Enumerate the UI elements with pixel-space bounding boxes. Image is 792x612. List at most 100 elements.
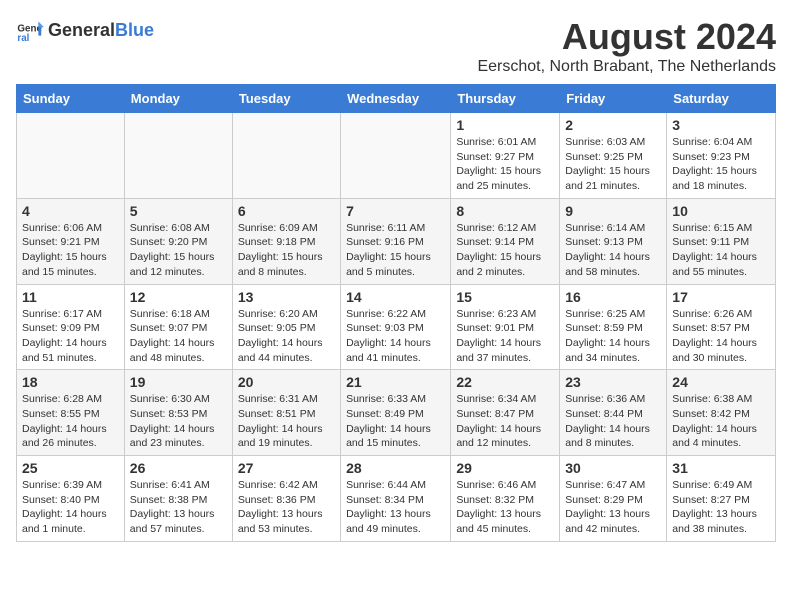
table-row: 28 Sunrise: 6:44 AM Sunset: 8:34 PM Dayli…: [341, 456, 451, 542]
day-number: 31: [672, 460, 770, 476]
table-row: 22Sunrise: 6:34 AM Sunset: 8:47 PM Dayli…: [451, 370, 560, 456]
title-section: August 2024 Eerschot, North Brabant, The…: [477, 16, 776, 76]
cell-content: Sunrise: 6:33 AM Sunset: 8:49 PM Dayligh…: [346, 392, 445, 451]
cell-content: Sunrise: 6:14 AM Sunset: 9:13 PM Dayligh…: [565, 221, 661, 280]
day-number: 27: [238, 460, 335, 476]
calendar-table: Sunday Monday Tuesday Wednesday Thursday…: [16, 84, 776, 542]
cell-content: Sunrise: 6:46 AM Sunset: 8:32 PM Dayligh…: [456, 478, 554, 537]
table-row: 26Sunrise: 6:41 AM Sunset: 8:38 PM Dayli…: [124, 456, 232, 542]
week-row-5: 25 Sunrise: 6:39 AM Sunset: 8:40 PM Dayli…: [17, 456, 776, 542]
header: Gene ral GeneralBlue August 2024 Eerscho…: [16, 16, 776, 76]
day-number: 12: [130, 289, 227, 305]
cell-content: Sunrise: 6:31 AM Sunset: 8:51 PM Dayligh…: [238, 392, 335, 451]
day-number: 25: [22, 460, 119, 476]
cell-content: Sunrise: 6:15 AM Sunset: 9:11 PM Dayligh…: [672, 221, 770, 280]
day-number: 6: [238, 203, 335, 219]
day-number: 19: [130, 374, 227, 390]
table-row: 23 Sunrise: 6:36 AM Sunset: 8:44 PM Dayli…: [560, 370, 667, 456]
day-number: 9: [565, 203, 661, 219]
cell-content: Sunrise: 6:17 AM Sunset: 9:09 PM Dayligh…: [22, 307, 119, 366]
table-row: 12 Sunrise: 6:18 AM Sunset: 9:07 PM Dayli…: [124, 284, 232, 370]
table-row: 15Sunrise: 6:23 AM Sunset: 9:01 PM Dayli…: [451, 284, 560, 370]
table-row: 10 Sunrise: 6:15 AM Sunset: 9:11 PM Dayli…: [667, 198, 776, 284]
cell-content: Sunrise: 6:39 AM Sunset: 8:40 PM Dayligh…: [22, 478, 119, 537]
table-row: [124, 113, 232, 199]
cell-content: Sunrise: 6:12 AM Sunset: 9:14 PM Dayligh…: [456, 221, 554, 280]
table-row: 20 Sunrise: 6:31 AM Sunset: 8:51 PM Dayli…: [232, 370, 340, 456]
table-row: 19 Sunrise: 6:30 AM Sunset: 8:53 PM Dayli…: [124, 370, 232, 456]
cell-content: Sunrise: 6:09 AM Sunset: 9:18 PM Dayligh…: [238, 221, 335, 280]
cell-content: Sunrise: 6:18 AM Sunset: 9:07 PM Dayligh…: [130, 307, 227, 366]
cell-content: Sunrise: 6:26 AM Sunset: 8:57 PM Dayligh…: [672, 307, 770, 366]
cell-content: Sunrise: 6:38 AM Sunset: 8:42 PM Dayligh…: [672, 392, 770, 451]
table-row: 14Sunrise: 6:22 AM Sunset: 9:03 PM Dayli…: [341, 284, 451, 370]
day-number: 17: [672, 289, 770, 305]
cell-content: Sunrise: 6:08 AM Sunset: 9:20 PM Dayligh…: [130, 221, 227, 280]
table-row: [232, 113, 340, 199]
table-row: 16Sunrise: 6:25 AM Sunset: 8:59 PM Dayli…: [560, 284, 667, 370]
day-number: 11: [22, 289, 119, 305]
cell-content: Sunrise: 6:23 AM Sunset: 9:01 PM Dayligh…: [456, 307, 554, 366]
table-row: 7Sunrise: 6:11 AM Sunset: 9:16 PM Daylig…: [341, 198, 451, 284]
header-thursday: Thursday: [451, 85, 560, 113]
day-number: 26: [130, 460, 227, 476]
cell-content: Sunrise: 6:47 AM Sunset: 8:29 PM Dayligh…: [565, 478, 661, 537]
week-row-4: 18 Sunrise: 6:28 AM Sunset: 8:55 PM Dayli…: [17, 370, 776, 456]
day-number: 20: [238, 374, 335, 390]
cell-content: Sunrise: 6:20 AM Sunset: 9:05 PM Dayligh…: [238, 307, 335, 366]
table-row: 13 Sunrise: 6:20 AM Sunset: 9:05 PM Dayli…: [232, 284, 340, 370]
day-number: 8: [456, 203, 554, 219]
table-row: 6 Sunrise: 6:09 AM Sunset: 9:18 PM Daylig…: [232, 198, 340, 284]
cell-content: Sunrise: 6:30 AM Sunset: 8:53 PM Dayligh…: [130, 392, 227, 451]
header-tuesday: Tuesday: [232, 85, 340, 113]
location-subtitle: Eerschot, North Brabant, The Netherlands: [477, 58, 776, 76]
day-number: 14: [346, 289, 445, 305]
day-number: 18: [22, 374, 119, 390]
header-monday: Monday: [124, 85, 232, 113]
day-number: 1: [456, 117, 554, 133]
table-row: 29 Sunrise: 6:46 AM Sunset: 8:32 PM Dayli…: [451, 456, 560, 542]
cell-content: Sunrise: 6:36 AM Sunset: 8:44 PM Dayligh…: [565, 392, 661, 451]
day-number: 28: [346, 460, 445, 476]
day-number: 23: [565, 374, 661, 390]
table-row: 17 Sunrise: 6:26 AM Sunset: 8:57 PM Dayli…: [667, 284, 776, 370]
cell-content: Sunrise: 6:03 AM Sunset: 9:25 PM Dayligh…: [565, 135, 661, 194]
table-row: 9 Sunrise: 6:14 AM Sunset: 9:13 PM Daylig…: [560, 198, 667, 284]
table-row: 30 Sunrise: 6:47 AM Sunset: 8:29 PM Dayli…: [560, 456, 667, 542]
cell-content: Sunrise: 6:42 AM Sunset: 8:36 PM Dayligh…: [238, 478, 335, 537]
table-row: 8 Sunrise: 6:12 AM Sunset: 9:14 PM Daylig…: [451, 198, 560, 284]
logo-blue: Blue: [115, 20, 154, 40]
day-number: 24: [672, 374, 770, 390]
week-row-2: 4 Sunrise: 6:06 AM Sunset: 9:21 PM Daylig…: [17, 198, 776, 284]
day-number: 29: [456, 460, 554, 476]
day-number: 2: [565, 117, 661, 133]
table-row: 1 Sunrise: 6:01 AM Sunset: 9:27 PM Daylig…: [451, 113, 560, 199]
cell-content: Sunrise: 6:06 AM Sunset: 9:21 PM Dayligh…: [22, 221, 119, 280]
cell-content: Sunrise: 6:49 AM Sunset: 8:27 PM Dayligh…: [672, 478, 770, 537]
cell-content: Sunrise: 6:04 AM Sunset: 9:23 PM Dayligh…: [672, 135, 770, 194]
logo-icon: Gene ral: [16, 16, 44, 44]
cell-content: Sunrise: 6:28 AM Sunset: 8:55 PM Dayligh…: [22, 392, 119, 451]
cell-content: Sunrise: 6:01 AM Sunset: 9:27 PM Dayligh…: [456, 135, 554, 194]
table-row: 3Sunrise: 6:04 AM Sunset: 9:23 PM Daylig…: [667, 113, 776, 199]
cell-content: Sunrise: 6:11 AM Sunset: 9:16 PM Dayligh…: [346, 221, 445, 280]
cell-content: Sunrise: 6:34 AM Sunset: 8:47 PM Dayligh…: [456, 392, 554, 451]
day-number: 13: [238, 289, 335, 305]
day-number: 16: [565, 289, 661, 305]
week-row-1: 1 Sunrise: 6:01 AM Sunset: 9:27 PM Daylig…: [17, 113, 776, 199]
day-number: 5: [130, 203, 227, 219]
day-number: 4: [22, 203, 119, 219]
month-year-title: August 2024: [477, 16, 776, 58]
day-number: 10: [672, 203, 770, 219]
table-row: 4 Sunrise: 6:06 AM Sunset: 9:21 PM Daylig…: [17, 198, 125, 284]
table-row: 5 Sunrise: 6:08 AM Sunset: 9:20 PM Daylig…: [124, 198, 232, 284]
table-row: 18 Sunrise: 6:28 AM Sunset: 8:55 PM Dayli…: [17, 370, 125, 456]
svg-text:ral: ral: [17, 33, 29, 44]
day-number: 21: [346, 374, 445, 390]
header-wednesday: Wednesday: [341, 85, 451, 113]
cell-content: Sunrise: 6:44 AM Sunset: 8:34 PM Dayligh…: [346, 478, 445, 537]
table-row: [341, 113, 451, 199]
days-header-row: Sunday Monday Tuesday Wednesday Thursday…: [17, 85, 776, 113]
header-sunday: Sunday: [17, 85, 125, 113]
day-number: 30: [565, 460, 661, 476]
